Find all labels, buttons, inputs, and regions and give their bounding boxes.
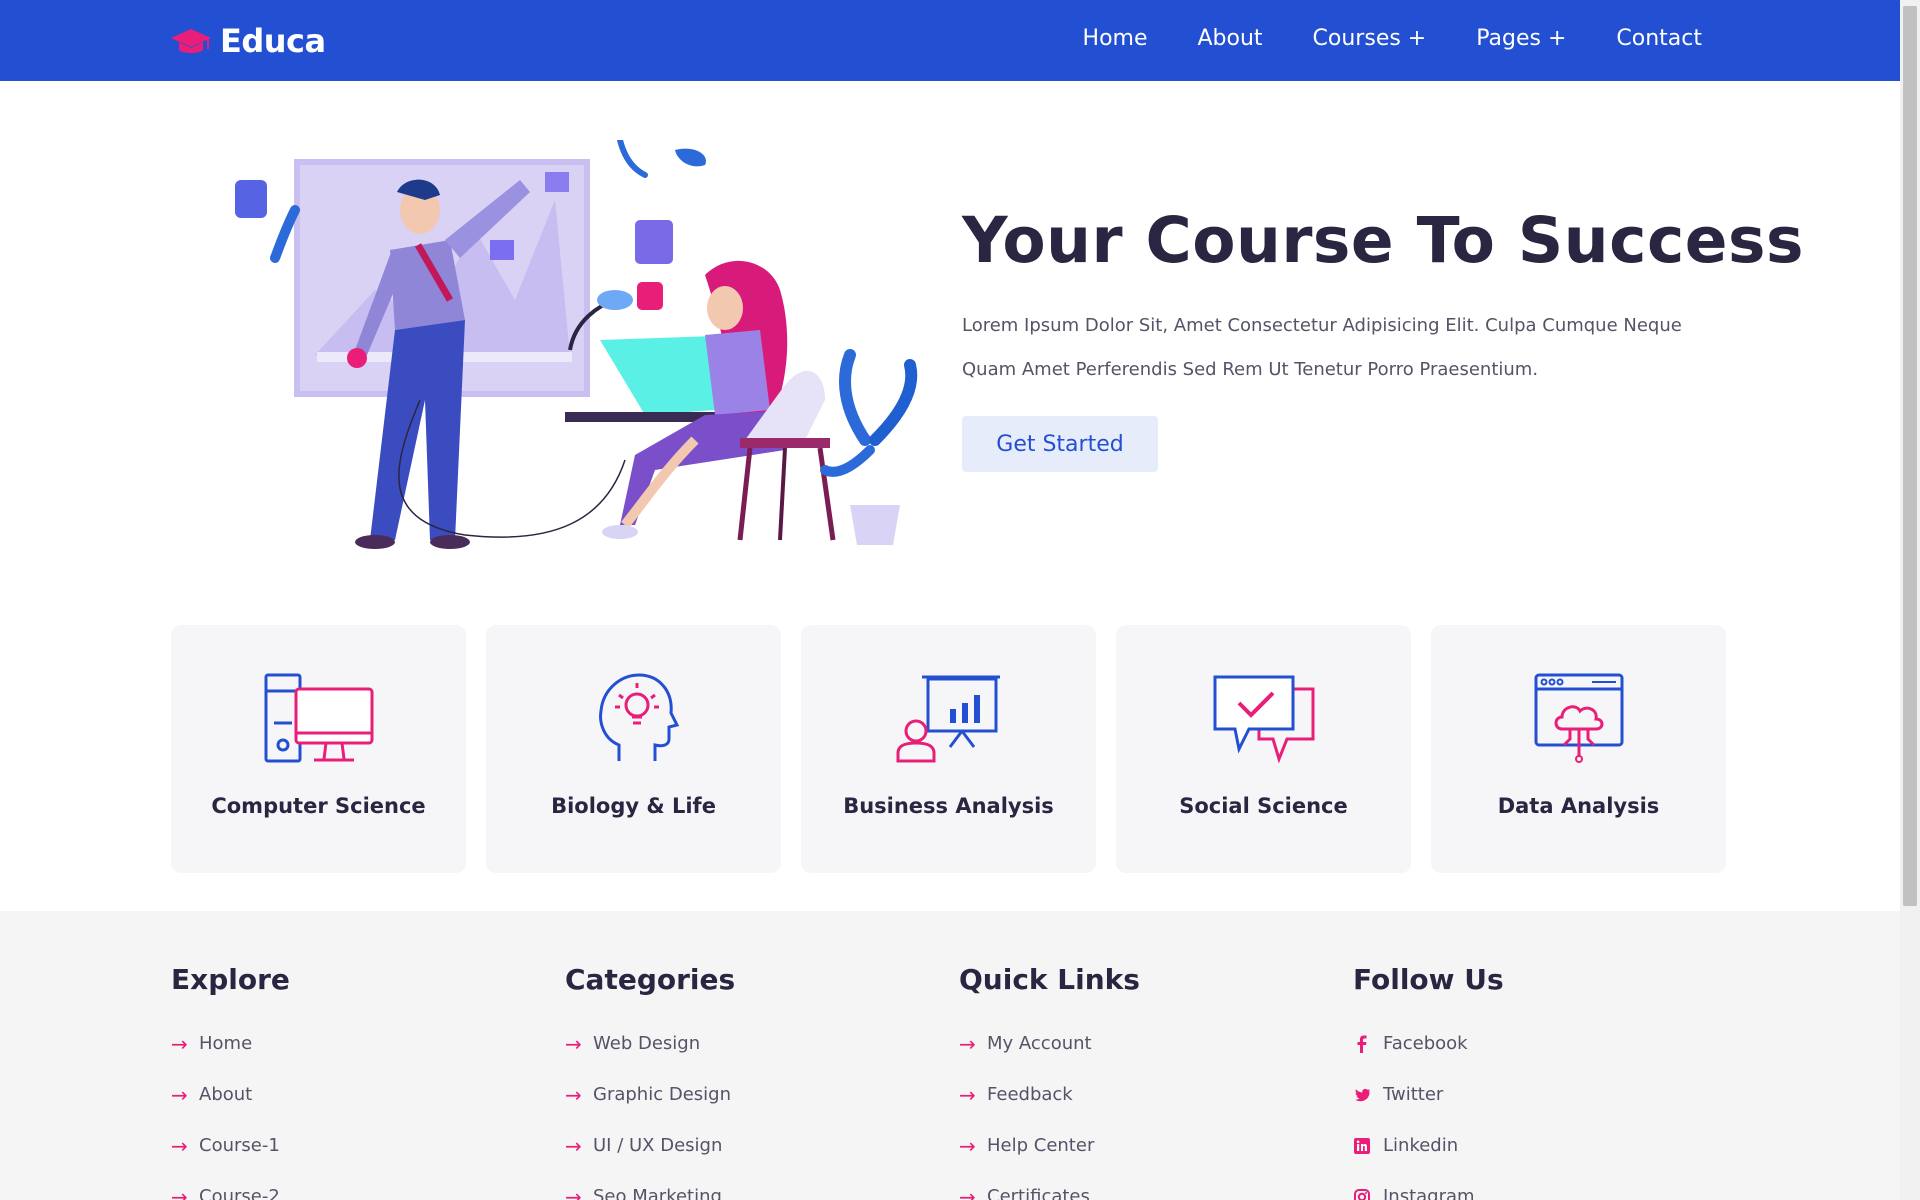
- social-link-linkedin[interactable]: Linkedin: [1353, 1120, 1504, 1171]
- category-label: Business Analysis: [843, 794, 1054, 818]
- category-cards: Computer Science Biology & Life Business…: [171, 625, 1726, 873]
- hero-title: Your Course To Success: [962, 204, 1805, 277]
- footer-link[interactable]: → My Account: [959, 1018, 1140, 1069]
- arrow-right-icon: →: [959, 1184, 976, 1200]
- footer-categories: Categories → Web Design → Graphic Design →…: [565, 963, 735, 1200]
- footer-link[interactable]: → UI / UX Design: [565, 1120, 735, 1171]
- social-link-facebook[interactable]: Facebook: [1353, 1018, 1504, 1069]
- arrow-right-icon: →: [565, 1031, 582, 1056]
- site-header: Educa Home About Courses + Pages + Conta…: [0, 0, 1900, 81]
- footer-heading: Follow Us: [1353, 963, 1504, 996]
- category-label: Biology & Life: [551, 794, 716, 818]
- hero-description: Lorem Ipsum Dolor Sit, Amet Consectetur …: [962, 315, 1682, 380]
- site-footer: Explore → Home → About → Course-1 → Course-2…: [0, 911, 1900, 1200]
- footer-link[interactable]: → Web Design: [565, 1018, 735, 1069]
- nav-pages[interactable]: Pages +: [1476, 26, 1566, 51]
- cloud-browser-icon: [1534, 673, 1623, 763]
- nav-contact[interactable]: Contact: [1616, 26, 1702, 51]
- arrow-right-icon: →: [171, 1184, 188, 1200]
- footer-link[interactable]: → Graphic Design: [565, 1069, 735, 1120]
- footer-link-label: Web Design: [593, 1033, 701, 1054]
- scrollbar-thumb[interactable]: [1903, 6, 1917, 906]
- footer-link-label: My Account: [987, 1033, 1092, 1054]
- arrow-right-icon: →: [959, 1133, 976, 1158]
- category-card-computer-science[interactable]: Computer Science: [171, 625, 466, 873]
- nav-home[interactable]: Home: [1083, 26, 1148, 51]
- footer-link-label: Home: [199, 1033, 253, 1054]
- footer-link[interactable]: → Seo Marketing: [565, 1171, 735, 1200]
- arrow-right-icon: →: [565, 1184, 582, 1200]
- social-label: Linkedin: [1383, 1135, 1459, 1156]
- social-link-twitter[interactable]: Twitter: [1353, 1069, 1504, 1120]
- instagram-icon: [1354, 1188, 1370, 1200]
- category-label: Computer Science: [211, 794, 426, 818]
- presentation-chart-icon: [896, 675, 1000, 763]
- arrow-right-icon: →: [959, 1031, 976, 1056]
- page-scrollbar[interactable]: [1900, 0, 1920, 1200]
- footer-link-label: Certificates: [987, 1186, 1090, 1200]
- facebook-icon: [1357, 1035, 1367, 1053]
- arrow-right-icon: →: [565, 1133, 582, 1158]
- head-lightbulb-icon: [598, 673, 679, 761]
- arrow-right-icon: →: [171, 1133, 188, 1158]
- linkedin-icon: [1354, 1137, 1370, 1154]
- footer-link-label: Help Center: [987, 1135, 1095, 1156]
- footer-link[interactable]: → Course-1: [171, 1120, 290, 1171]
- brand-name: Educa: [220, 22, 326, 60]
- footer-link-label: Course-1: [199, 1135, 280, 1156]
- footer-link[interactable]: → Course-2: [171, 1171, 290, 1200]
- arrow-right-icon: →: [565, 1082, 582, 1107]
- category-label: Social Science: [1179, 794, 1348, 818]
- footer-link-label: About: [199, 1084, 253, 1105]
- main-nav: Home About Courses + Pages + Contact: [1033, 26, 1702, 51]
- twitter-icon: [1355, 1088, 1370, 1101]
- nav-about[interactable]: About: [1198, 26, 1263, 51]
- category-card-data[interactable]: Data Analysis: [1431, 625, 1726, 873]
- footer-link[interactable]: → About: [171, 1069, 290, 1120]
- social-label: Twitter: [1383, 1084, 1444, 1105]
- footer-quick-links: Quick Links → My Account → Feedback → Help …: [959, 963, 1140, 1200]
- footer-link[interactable]: → Feedback: [959, 1069, 1140, 1120]
- nav-courses[interactable]: Courses +: [1313, 26, 1427, 51]
- footer-link-label: Seo Marketing: [593, 1186, 722, 1200]
- category-card-biology[interactable]: Biology & Life: [486, 625, 781, 873]
- category-label: Data Analysis: [1497, 794, 1660, 818]
- graduation-cap-icon: [171, 29, 211, 53]
- footer-link[interactable]: → Help Center: [959, 1120, 1140, 1171]
- brand-logo[interactable]: Educa: [170, 22, 326, 60]
- chat-check-icon: [1213, 675, 1314, 763]
- get-started-button[interactable]: Get Started: [962, 416, 1158, 472]
- social-link-instagram[interactable]: Instagram: [1353, 1171, 1504, 1200]
- category-card-business[interactable]: Business Analysis: [801, 625, 1096, 873]
- footer-heading: Explore: [171, 963, 290, 996]
- social-label: Instagram: [1383, 1186, 1475, 1200]
- footer-link-label: Feedback: [987, 1084, 1073, 1105]
- arrow-right-icon: →: [959, 1082, 976, 1107]
- hero-illustration: [235, 140, 918, 549]
- footer-link[interactable]: → Home: [171, 1018, 290, 1069]
- social-label: Facebook: [1383, 1033, 1468, 1054]
- footer-heading: Categories: [565, 963, 736, 996]
- arrow-right-icon: →: [171, 1031, 188, 1056]
- footer-heading: Quick Links: [959, 963, 1140, 996]
- arrow-right-icon: →: [171, 1082, 188, 1107]
- footer-follow-us: Follow Us Facebook Twitter Linkedin Inst…: [1353, 963, 1504, 1200]
- category-card-social[interactable]: Social Science: [1116, 625, 1411, 873]
- computer-icon: [264, 673, 373, 763]
- footer-link[interactable]: → Certificates: [959, 1171, 1140, 1200]
- footer-explore: Explore → Home → About → Course-1 → Course-2: [171, 963, 290, 1200]
- footer-link-label: Graphic Design: [593, 1084, 731, 1105]
- footer-link-label: Course-2: [199, 1186, 280, 1200]
- footer-link-label: UI / UX Design: [593, 1135, 723, 1156]
